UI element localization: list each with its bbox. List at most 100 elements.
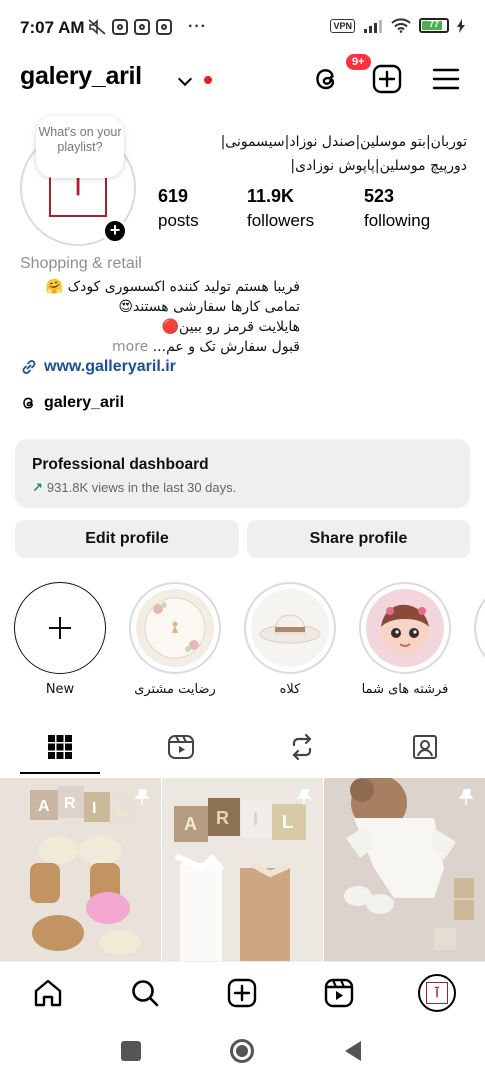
post-thumbnail[interactable] xyxy=(324,778,485,961)
threads-icon[interactable] xyxy=(310,62,344,96)
instagram-notification-icon xyxy=(156,19,172,35)
stat-value: 11.9K xyxy=(247,186,295,206)
grid-icon xyxy=(48,735,72,759)
svg-text:R: R xyxy=(64,795,76,812)
add-highlight-icon xyxy=(14,582,106,674)
highlight-label: New xyxy=(45,682,75,697)
tab-posts-grid[interactable] xyxy=(20,722,100,772)
stat-posts[interactable]: 619 posts xyxy=(158,186,199,231)
svg-text:A: A xyxy=(38,798,50,815)
tab-reposts[interactable] xyxy=(262,722,342,772)
profile-header: galery_aril 9+ xyxy=(20,52,465,100)
bio-line: فریبا هستم تولید کننده اکسسوری کودک 🤗 xyxy=(45,279,300,295)
highlight-cover-image xyxy=(366,589,444,667)
signal-icon xyxy=(364,19,382,33)
status-time: 7:07 AM xyxy=(20,18,85,37)
status-notification-icons: ··· xyxy=(88,18,207,36)
bio-more-link[interactable]: more xyxy=(112,339,148,355)
highlight-customer-satisfaction[interactable]: رضایت مشتری xyxy=(129,582,221,697)
edit-profile-button[interactable]: Edit profile xyxy=(15,520,239,558)
notification-dot xyxy=(204,76,212,84)
post-thumbnail[interactable]: A R I L xyxy=(0,778,161,961)
post-thumbnail[interactable]: A R I L xyxy=(162,778,323,961)
tab-tagged[interactable] xyxy=(385,722,465,772)
reels-icon xyxy=(168,735,194,759)
battery-level: 77 xyxy=(428,19,439,29)
back-button[interactable] xyxy=(343,1040,363,1062)
website-link[interactable]: www.galleryaril.ir xyxy=(20,358,176,376)
home-button[interactable] xyxy=(230,1039,254,1063)
menu-icon[interactable] xyxy=(429,62,463,96)
stat-label: following xyxy=(364,211,431,230)
bottom-navigation: آ xyxy=(0,961,485,1023)
mute-icon xyxy=(88,19,106,35)
system-navigation xyxy=(0,1023,485,1080)
highlight-ring xyxy=(474,582,485,674)
svg-text:I: I xyxy=(253,809,258,829)
display-name: توربان|بتو موسلین|صندل نوزاد|سیسمونی| دو… xyxy=(187,130,467,178)
account-switcher[interactable]: galery_aril xyxy=(20,62,142,91)
vpn-icon: VPN xyxy=(330,18,355,33)
stat-followers[interactable]: 11.9K followers xyxy=(247,186,314,231)
search-icon[interactable] xyxy=(128,976,162,1010)
display-name-line: دورپیچ موسلین|پاپوش نوزادی| xyxy=(290,158,467,174)
charging-icon xyxy=(457,18,465,33)
highlight-ring xyxy=(359,582,451,674)
recents-button[interactable] xyxy=(121,1041,141,1061)
pin-icon xyxy=(296,789,312,805)
home-button-dot xyxy=(236,1045,248,1057)
create-post-icon[interactable] xyxy=(370,62,404,96)
dashboard-subtitle: ↗ 931.8K views in the last 30 days. xyxy=(32,480,236,496)
home-icon[interactable] xyxy=(31,976,65,1010)
tab-reels[interactable] xyxy=(141,722,221,772)
pin-icon xyxy=(458,789,474,805)
highlight-partial[interactable] xyxy=(474,582,485,674)
highlight-label: رضایت مشتری xyxy=(134,682,216,697)
dashboard-views: 931.8K views in the last 30 days. xyxy=(46,480,237,495)
chevron-down-icon[interactable] xyxy=(177,71,193,87)
link-icon xyxy=(22,360,36,374)
highlight-ring xyxy=(244,582,336,674)
status-bar: 7:07 AM ··· VPN 77 xyxy=(0,0,485,56)
bio-last-line: قبول سفارش تک و عم... xyxy=(152,339,300,355)
highlight-ring xyxy=(129,582,221,674)
threads-icon xyxy=(23,397,33,409)
svg-text:A: A xyxy=(184,814,197,834)
pin-icon xyxy=(134,789,150,805)
highlight-cover-image xyxy=(136,589,214,667)
highlight-cover xyxy=(136,589,214,667)
highlight-new[interactable]: New xyxy=(14,582,106,697)
highlight-cover xyxy=(251,589,329,667)
svg-text:I: I xyxy=(92,800,96,817)
profile-stats: 619 posts 11.9K followers 523 following xyxy=(158,186,458,236)
create-icon[interactable] xyxy=(225,976,259,1010)
status-system-icons: VPN 77 xyxy=(330,18,465,33)
threads-handle: galery_aril xyxy=(44,394,125,411)
add-story-icon[interactable]: + xyxy=(102,218,128,244)
tagged-icon xyxy=(413,735,437,759)
professional-dashboard[interactable]: Professional dashboard ↗ 931.8K views in … xyxy=(15,439,470,508)
highlight-label: فرشته های شما xyxy=(361,682,449,697)
instagram-notification-icon xyxy=(112,19,128,35)
repost-icon xyxy=(292,733,312,761)
threads-profile-link[interactable]: galery_aril xyxy=(20,394,124,412)
stat-following[interactable]: 523 following xyxy=(364,186,430,231)
profile-avatar-nav[interactable]: آ xyxy=(418,974,456,1012)
bio-line: قبول سفارش تک و عم... more xyxy=(20,337,300,357)
wifi-icon xyxy=(391,18,411,33)
note-bubble[interactable]: What's on your playlist? xyxy=(36,116,124,178)
svg-text:L: L xyxy=(116,803,126,820)
posts-grid: A R I L A R I L xyxy=(0,778,485,961)
stat-label: followers xyxy=(247,211,315,230)
reels-icon[interactable] xyxy=(322,976,356,1010)
highlight-your-angels[interactable]: فرشته های شما xyxy=(359,582,451,697)
trend-up-icon: ↗ xyxy=(32,480,43,495)
instagram-notification-icon xyxy=(134,19,150,35)
active-tab-indicator xyxy=(20,772,100,774)
highlight-hat[interactable]: کلاه xyxy=(244,582,336,697)
share-profile-button[interactable]: Share profile xyxy=(247,520,470,558)
battery-icon: 77 xyxy=(419,18,449,33)
website-url[interactable]: www.galleryaril.ir xyxy=(44,358,176,376)
profile-bio[interactable]: فریبا هستم تولید کننده اکسسوری کودک 🤗 تم… xyxy=(20,277,300,357)
profile-tabs xyxy=(0,722,485,776)
